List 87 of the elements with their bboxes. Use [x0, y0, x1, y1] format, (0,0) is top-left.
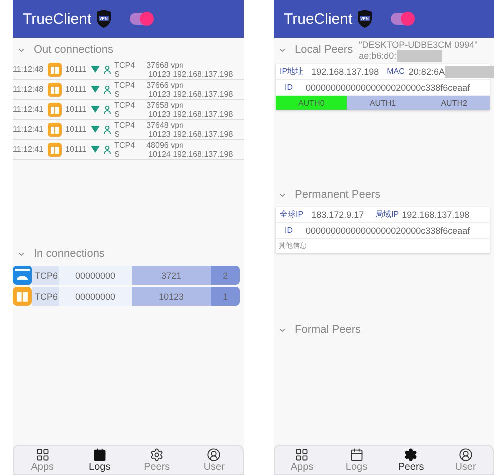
field-label: IP地址 [280, 66, 304, 77]
auth-tab[interactable]: AUTH0 [276, 96, 348, 110]
host-mac: ae:b6:d0: [359, 51, 397, 61]
count-cell: 2 [211, 266, 240, 285]
log-time: 11:12:48 [13, 85, 44, 94]
port-cell: 10123 [132, 287, 211, 306]
field-label: 局域IP [376, 209, 400, 220]
log-protocol: TCP4 S [114, 80, 136, 98]
book-app-icon [48, 62, 62, 76]
calendar-icon [350, 448, 364, 462]
nav-tab[interactable]: Logs [330, 446, 384, 474]
nav-tab[interactable]: Apps [275, 446, 330, 474]
vpn-toggle[interactable] [390, 13, 413, 25]
gear-icon [150, 448, 164, 462]
section-title: Local Peers [295, 44, 354, 56]
port-cell: 3721 [132, 266, 211, 285]
redaction-bar [396, 50, 442, 62]
nav-tab[interactable]: User [438, 446, 493, 474]
log-uid: 10111 [66, 105, 87, 114]
calendar-icon [92, 448, 107, 462]
log-uid: 10111 [66, 65, 87, 74]
id-value: 00000000000000000020000c338f6ceaaf [306, 82, 470, 92]
user-icon [207, 448, 222, 462]
section-title: Out connections [34, 44, 114, 56]
mac-value: 20:82:6A [408, 66, 445, 76]
person-icon [104, 66, 111, 74]
log-protocol: TCP4 S [114, 100, 136, 118]
log-time: 11:12:48 [13, 65, 44, 74]
log-time: 11:12:41 [13, 145, 44, 154]
ip-value: 192.168.137.198 [402, 210, 470, 220]
log-endpoint: 37658 vpn 10123 192.168.137.198 [146, 100, 234, 118]
ip-value: 192.168.137.198 [312, 66, 380, 76]
grid-icon [36, 448, 50, 462]
log-endpoint: 37668 vpn 10123 192.168.137.198 [146, 60, 234, 78]
vpn-toggle[interactable] [130, 13, 152, 25]
person-icon [104, 106, 111, 114]
nav-tab[interactable]: Peers [128, 446, 186, 474]
protocol-cell: TCP6 [32, 266, 59, 285]
section-title: Formal Peers [295, 324, 362, 336]
nav-tab[interactable]: User [186, 446, 243, 474]
log-endpoint: 37666 vpn 10123 192.168.137.198 [146, 80, 234, 98]
section-title: In connections [34, 248, 105, 260]
log-protocol: TCP4 S [114, 60, 136, 78]
wifi-icon [90, 106, 100, 113]
auth-tab[interactable]: AUTH2 [418, 96, 490, 110]
log-protocol: TCP4 S [114, 140, 136, 158]
log-endpoint: 48096 vpn 10124 192.168.137.198 [146, 140, 234, 158]
redaction-bar [444, 66, 494, 78]
person-icon [104, 126, 111, 134]
wifi-icon [90, 146, 100, 153]
person-icon [104, 86, 111, 94]
protocol-cell: TCP6 [32, 287, 59, 306]
nav-tab[interactable]: Logs [71, 446, 128, 474]
id-value: 00000000000000000020000c338f6ceaaf [306, 226, 470, 236]
log-uid: 10111 [66, 145, 87, 154]
log-uid: 10111 [66, 125, 87, 134]
user-icon [458, 448, 473, 462]
app-title: TrueClient [284, 10, 353, 28]
wifi-icon [90, 86, 100, 93]
gear-icon [404, 448, 418, 462]
log-time: 11:12:41 [13, 105, 44, 114]
log-endpoint: 37648 vpn 10123 192.168.137.198 [146, 120, 234, 138]
book-app-icon [48, 102, 62, 116]
nav-tab[interactable]: Peers [384, 446, 438, 474]
address-cell: 00000000 [59, 287, 132, 306]
person-icon [104, 146, 111, 154]
field-label: 全球IP [280, 209, 304, 220]
field-label: ID [284, 226, 294, 235]
book-app-icon [48, 122, 62, 136]
auth-tab[interactable]: AUTH1 [347, 96, 419, 110]
grid-icon [295, 448, 310, 462]
log-time: 11:12:41 [13, 125, 44, 134]
wifi-icon [90, 66, 100, 73]
wifi-icon [90, 126, 100, 133]
book-app-icon [48, 142, 62, 156]
host-name: "DESKTOP-UDBE3CM 0994" [359, 39, 478, 50]
book-app-icon [48, 82, 62, 96]
section-title: Permanent Peers [295, 189, 381, 201]
ip-value: 183.172.9.17 [312, 210, 366, 220]
address-cell: 00000000 [59, 266, 132, 285]
field-label: MAC [387, 67, 405, 76]
log-protocol: TCP4 S [114, 120, 136, 138]
count-cell: 1 [211, 287, 240, 306]
log-uid: 10111 [66, 85, 87, 94]
field-label: ID [284, 83, 294, 92]
app-title: TrueClient [23, 10, 92, 28]
nav-tab[interactable]: Apps [14, 446, 72, 474]
